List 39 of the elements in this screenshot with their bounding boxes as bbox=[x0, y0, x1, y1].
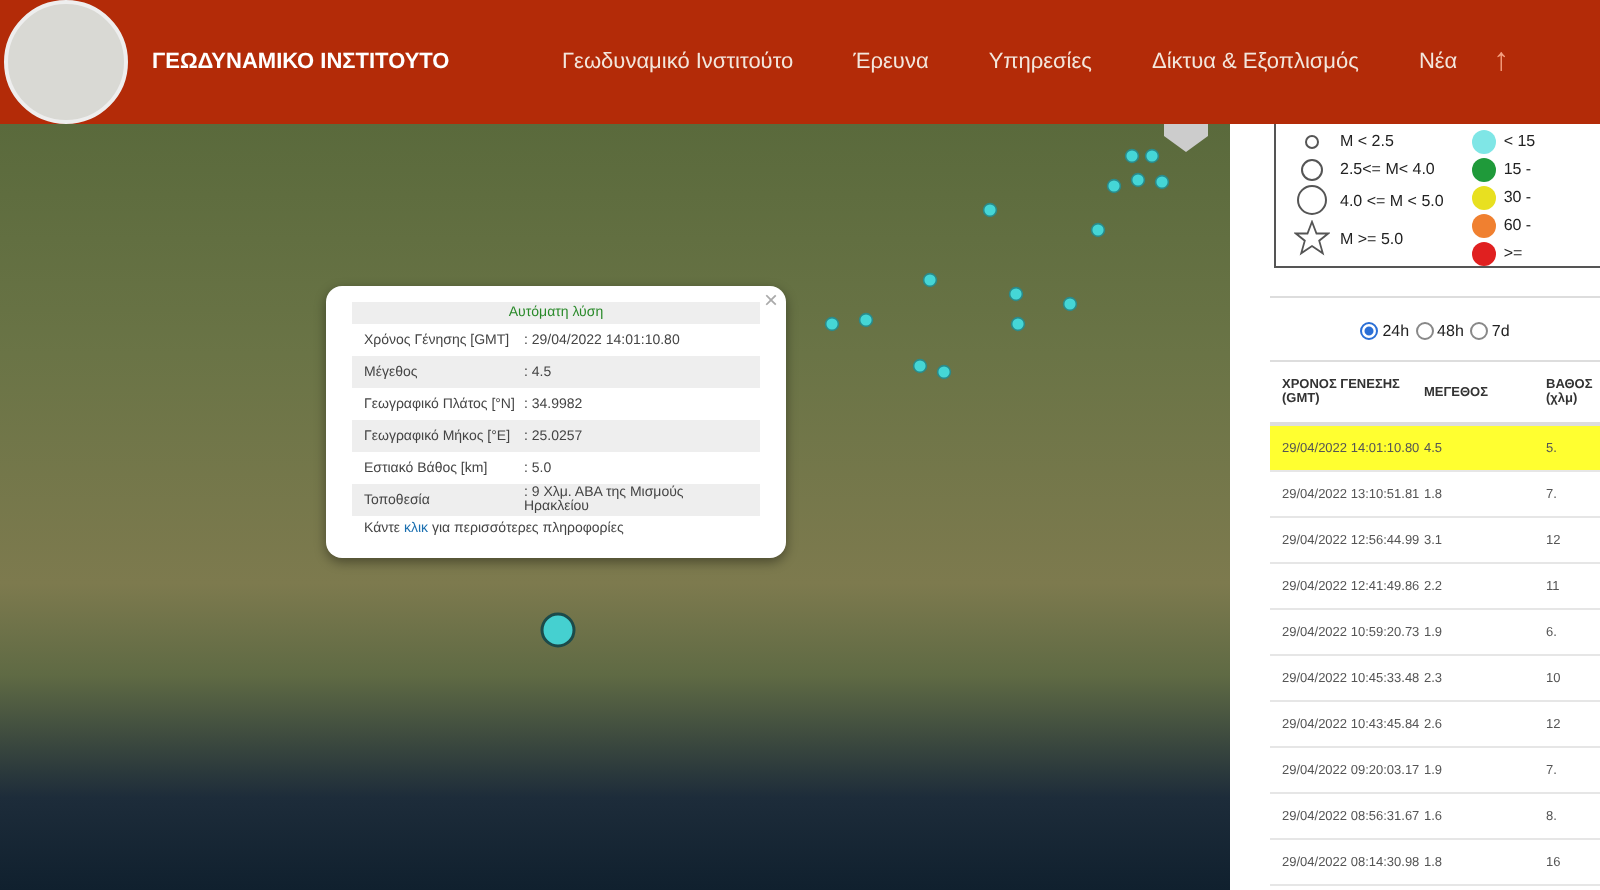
legend-label: M >= 5.0 bbox=[1340, 229, 1404, 247]
earthquake-marker[interactable] bbox=[1062, 296, 1078, 312]
earthquake-marker[interactable] bbox=[858, 312, 874, 328]
earthquake-marker[interactable] bbox=[824, 316, 840, 332]
legend-label: 30 - bbox=[1503, 188, 1532, 206]
nav-link[interactable]: Υπηρεσίες bbox=[988, 50, 1092, 74]
earthquake-marker[interactable] bbox=[936, 364, 952, 380]
site-title: ΓΕΩΔΥΝΑΜΙΚΟ ΙΝΣΤΙΤΟΥΤΟ bbox=[152, 50, 452, 74]
earthquake-marker[interactable] bbox=[1154, 174, 1170, 190]
satellite-map[interactable] bbox=[0, 124, 1230, 890]
legend-label: M < 2.5 bbox=[1340, 132, 1394, 150]
earthquake-marker[interactable] bbox=[912, 358, 928, 374]
legend-label: 2.5<= M< 4.0 bbox=[1340, 160, 1435, 178]
circle-icon bbox=[1304, 133, 1320, 149]
legend-label: < 15 bbox=[1503, 132, 1536, 150]
earthquake-marker[interactable] bbox=[540, 612, 576, 648]
legend-label: 15 - bbox=[1503, 160, 1532, 178]
period-radio[interactable]: 7d bbox=[1469, 322, 1510, 340]
star-icon bbox=[1294, 220, 1330, 256]
earthquake-marker[interactable] bbox=[1106, 178, 1122, 194]
legend-label: >= bbox=[1503, 244, 1523, 262]
period-radio[interactable]: 24h bbox=[1360, 322, 1410, 340]
earthquake-marker[interactable] bbox=[1124, 148, 1140, 164]
nav-link[interactable]: Γεωδυναμικό Ινστιτούτο bbox=[562, 50, 794, 74]
nav-link[interactable]: Νέα bbox=[1418, 50, 1458, 74]
earthquake-marker[interactable] bbox=[922, 272, 938, 288]
earthquake-marker[interactable] bbox=[1010, 316, 1026, 332]
earthquake-marker[interactable] bbox=[982, 202, 998, 218]
earthquake-marker[interactable] bbox=[1090, 222, 1106, 238]
earthquake-marker[interactable] bbox=[1008, 286, 1024, 302]
circle-icon bbox=[1300, 157, 1324, 181]
circle-icon bbox=[1296, 184, 1328, 216]
nav-link[interactable]: Έρευνα bbox=[853, 50, 929, 74]
period-radio[interactable]: 48h bbox=[1415, 322, 1464, 340]
legend-label: 4.0 <= M < 5.0 bbox=[1340, 191, 1444, 209]
earthquake-marker[interactable] bbox=[1130, 172, 1146, 188]
legend-label: 60 - bbox=[1503, 216, 1532, 234]
nav-link[interactable]: Δίκτυα & Εξοπλισμός bbox=[1151, 50, 1359, 74]
earthquake-marker[interactable] bbox=[1144, 148, 1160, 164]
